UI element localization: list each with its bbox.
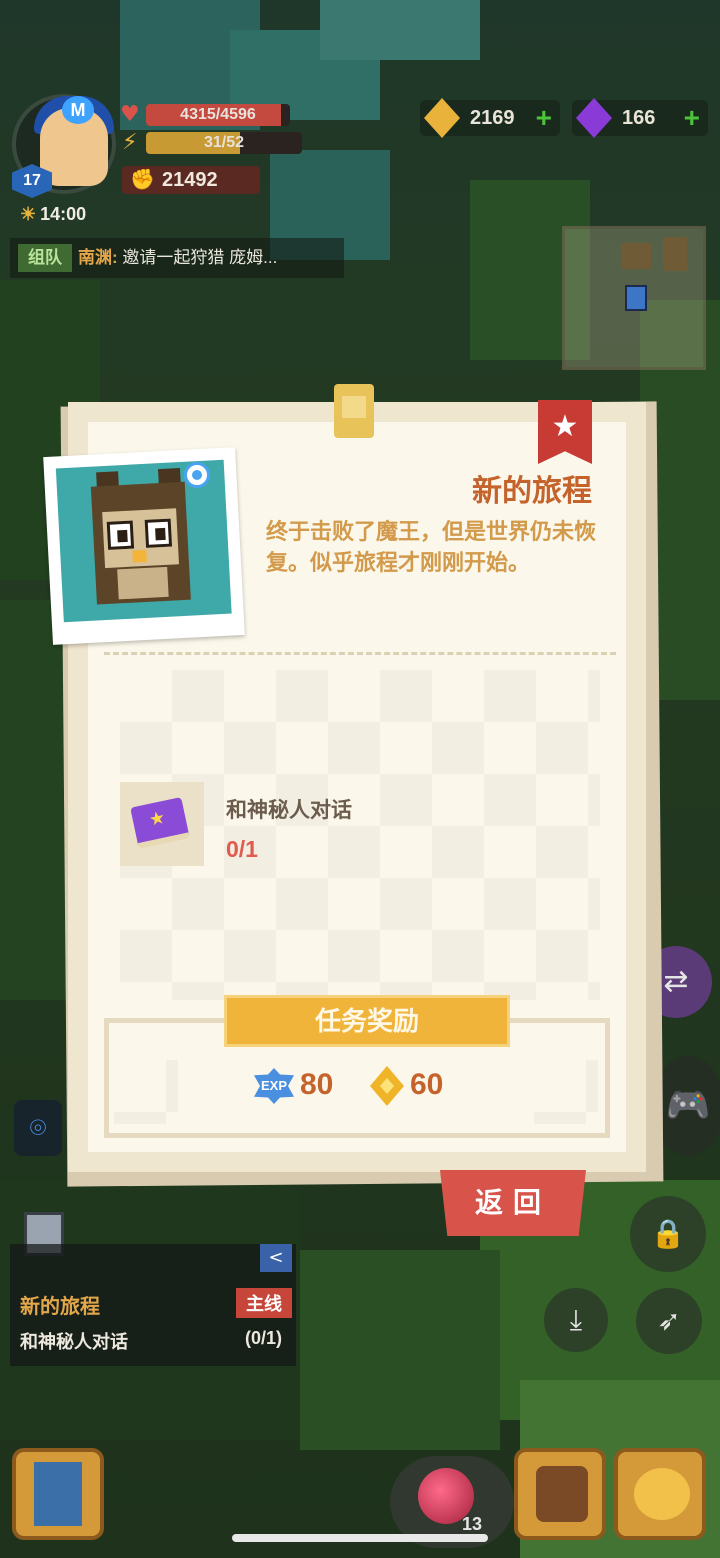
gem-counter: 166 + [572, 98, 708, 138]
objective-progress: 0/1 [226, 836, 258, 862]
backpack-icon [536, 1466, 588, 1522]
robot-character-icon [34, 1462, 82, 1526]
minimap-room [663, 237, 687, 271]
sun-icon: ☀ [20, 204, 37, 224]
map-button[interactable]: ⌾ [14, 1100, 62, 1156]
minimap[interactable] [562, 226, 706, 370]
player-location-icon [625, 285, 647, 311]
tracker-progress: (0/1) [244, 1328, 282, 1348]
bow-attack-button[interactable]: ➶ [636, 1288, 702, 1354]
chat-channel-tag: 组队 [18, 244, 72, 272]
add-gold-button[interactable]: + [536, 100, 552, 136]
game-clock: ☀ 14:00 [20, 204, 86, 225]
chat-message: 邀请一起狩猎 庞姆... [122, 248, 278, 267]
reward-checker-right [534, 1060, 598, 1124]
objective-icon-frame [120, 782, 204, 866]
home-indicator[interactable] [232, 1534, 488, 1542]
reward-header: 任务奖励 [224, 995, 510, 1047]
backpack-button[interactable] [514, 1448, 606, 1540]
reward-exp-value: 80 [300, 1068, 334, 1101]
combat-power: ✊ 21492 [122, 166, 260, 194]
minimap-room [621, 243, 651, 269]
dashed-divider [104, 652, 616, 655]
energy-text: 31/52 [203, 134, 245, 151]
pushpin-icon [334, 384, 374, 438]
locate-npc-icon[interactable] [184, 462, 210, 488]
potion-count: 13 [462, 1514, 483, 1534]
tracker-objective: 和神秘人对话 [20, 1332, 128, 1352]
gold-gem-icon [424, 98, 460, 138]
quest-description: 终于击败了魔王，但是世界仍未恢复。似乎旅程才刚刚开始。 [266, 519, 597, 575]
energy-icon: ⚡ [122, 130, 138, 155]
gamepad-icon: 🎮 [665, 1085, 711, 1126]
dodge-button[interactable]: ⤓ [544, 1288, 608, 1352]
tracker-quest-title: 新的旅程 [20, 1296, 100, 1318]
map-pin-icon: ⌾ [29, 1111, 47, 1144]
spellbook-icon [130, 797, 190, 849]
pet-icon [634, 1468, 690, 1520]
fist-icon: ✊ [130, 169, 155, 191]
tracker-collapse-button[interactable]: < [260, 1244, 292, 1272]
back-button[interactable]: 返回 [440, 1170, 586, 1236]
energy-bar: 31/52 [146, 132, 302, 154]
add-gem-button[interactable]: + [684, 100, 700, 136]
owl-beak [132, 549, 147, 563]
reward-gold-value: 60 [410, 1068, 444, 1101]
purple-gem-icon [576, 98, 612, 138]
hp-text: 4315/4596 [180, 106, 256, 123]
chat-sender: 南渊: [78, 248, 118, 267]
avatar-hat-logo: M [62, 96, 94, 124]
owl-eye [144, 518, 173, 548]
gold-counter: 2169 + [420, 98, 560, 138]
combat-power-value: 21492 [162, 169, 218, 191]
chat-ticker[interactable]: 组队 南渊: 邀请一起狩猎 庞姆... [10, 238, 344, 278]
hp-bar: 4315/4596 [146, 104, 290, 126]
pet-menu-button[interactable] [614, 1448, 706, 1540]
character-menu-button[interactable] [12, 1448, 104, 1540]
heart-icon: ♥ [120, 102, 140, 127]
gold-value: 2169 [470, 107, 515, 129]
lock-icon: 🔒 [650, 1217, 686, 1250]
lock-button[interactable]: 🔒 [630, 1196, 706, 1272]
swap-arrows-icon: ⇄ [663, 964, 689, 999]
reward-checker-left [114, 1060, 178, 1124]
dodge-icon: ⤓ [569, 1303, 583, 1336]
game-clock-value: 14:00 [40, 204, 87, 224]
quest-tracker[interactable]: < 新的旅程 主线 和神秘人对话 (0/1) [10, 1244, 296, 1366]
quest-title: 新的旅程 [472, 475, 592, 508]
owl-belly [117, 566, 169, 600]
main-quest-badge: 主线 [236, 1288, 292, 1318]
owl-eye [106, 520, 135, 550]
bow-icon: ➶ [657, 1304, 681, 1337]
objective-text: 和神秘人对话 [226, 799, 352, 822]
gem-value: 166 [622, 107, 656, 129]
npc-portrait [43, 447, 245, 645]
